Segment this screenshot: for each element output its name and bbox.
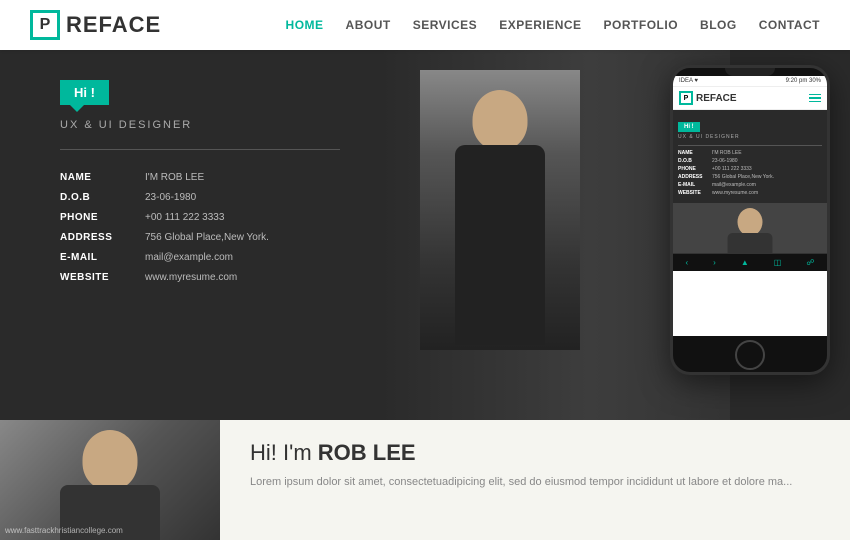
phone-nav-bar[interactable]: ‹ › ▲ ◫ ☍	[673, 253, 827, 271]
logo-letter: P	[40, 16, 51, 34]
phone-info-value: 23-06-1980	[712, 158, 738, 164]
phone-info-label: PHONE	[678, 166, 708, 172]
phone-info-table: NAME I'M ROB LEE D.O.B 23-06-1980 PHONE +00 1…	[678, 150, 822, 196]
logo-box: P	[30, 10, 60, 40]
hero-content: Hi ! UX & UI DESIGNER NAMEI'M ROB LEED.O…	[60, 80, 340, 288]
info-value: +00 111 222 3333	[145, 208, 224, 228]
info-row: WEBSITE www.myresume.com	[60, 268, 340, 288]
info-value: I'M ROB LEE	[145, 168, 204, 188]
phone-hi-badge: Hi !	[678, 122, 700, 132]
phone-info-label: D.O.B	[678, 158, 708, 164]
bottom-greeting: Hi! I'm ROB LEE	[250, 440, 820, 466]
bottom-hi-text: Hi! I'm	[250, 440, 318, 465]
phone-notch	[725, 68, 775, 76]
nav-item-portfolio[interactable]: PORTFOLIO	[604, 18, 679, 32]
phone-info-label: WEBSITE	[678, 190, 708, 196]
nav-item-blog[interactable]: BLOG	[700, 18, 737, 32]
info-row: D.O.B 23-06-1980	[60, 188, 340, 208]
info-row: NAME I'M ROB LEE	[60, 168, 340, 188]
bottom-text-area: Hi! I'm ROB LEE Lorem ipsum dolor sit am…	[220, 420, 850, 540]
hi-badge: Hi !	[60, 80, 109, 105]
phone-hamburger-icon[interactable]	[809, 94, 821, 103]
phone-info-label: NAME	[678, 150, 708, 156]
phone-mockup: IDEA ♥ 9:20 pm 30% P REFACE Hi ! UX & UI…	[670, 65, 830, 375]
bottom-name: ROB LEE	[318, 440, 416, 465]
phone-info-label: ADDRESS	[678, 174, 708, 180]
info-value: 23-06-1980	[145, 188, 196, 208]
phone-info-value: I'M ROB LEE	[712, 150, 742, 156]
phone-more-icon[interactable]: ☍	[806, 258, 814, 267]
phone-info-row: D.O.B 23-06-1980	[678, 158, 822, 164]
info-value: mail@example.com	[145, 248, 233, 268]
nav-item-services[interactable]: SERVICES	[413, 18, 477, 32]
info-value: 756 Global Place,New York.	[145, 228, 269, 248]
phone-info-row: ADDRESS 756 Global Place,New York.	[678, 174, 822, 180]
phone-info-row: NAME I'M ROB LEE	[678, 150, 822, 156]
bottom-description: Lorem ipsum dolor sit amet, consectetuad…	[250, 474, 820, 492]
info-row: PHONE +00 111 222 3333	[60, 208, 340, 228]
phone-info-value: +00 111 222 3333	[712, 166, 752, 172]
phone-info-value: www.myresume.com	[712, 190, 758, 196]
profile-photo	[420, 70, 580, 350]
info-label: NAME	[60, 168, 125, 188]
nav-item-experience[interactable]: EXPERIENCE	[499, 18, 581, 32]
phone-status-bar: IDEA ♥ 9:20 pm 30%	[673, 76, 827, 87]
phone-info-row: E-MAIL mail@example.com	[678, 182, 822, 188]
bottom-section: Hi! I'm ROB LEE Lorem ipsum dolor sit am…	[0, 420, 850, 540]
person-head	[473, 90, 528, 150]
phone-info-row: PHONE +00 111 222 3333	[678, 166, 822, 172]
info-row: E-MAIL mail@example.com	[60, 248, 340, 268]
phone-forward-icon[interactable]: ›	[713, 258, 716, 267]
phone-bookmark-icon[interactable]: ◫	[774, 258, 782, 267]
phone-back-icon[interactable]: ‹	[686, 258, 689, 267]
phone-info-value: 756 Global Place,New York.	[712, 174, 774, 180]
info-label: E-MAIL	[60, 248, 125, 268]
watermark: www.fasttrackhristiancollege.com	[5, 526, 123, 535]
main-nav: HOME ABOUT SERVICES EXPERIENCE PORTFOLIO BLOG…	[286, 18, 820, 32]
info-table: NAME I'M ROB LEE D.O.B 23-06-1980 PHONE +00 1…	[60, 168, 340, 288]
phone-header: P REFACE	[673, 87, 827, 110]
phone-info-label: E-MAIL	[678, 182, 708, 188]
phone-content: Hi ! UX & UI DESIGNER NAME I'M ROB LEE D.O…	[673, 110, 827, 203]
hero-subtitle: UX & UI DESIGNER	[60, 119, 340, 131]
header: P REFACE HOME ABOUT SERVICES EXPERIENCE PORT…	[0, 0, 850, 50]
phone-screen: IDEA ♥ 9:20 pm 30% P REFACE Hi ! UX & UI…	[673, 76, 827, 336]
phone-divider	[678, 145, 822, 146]
profile-photo-inner	[420, 70, 580, 350]
phone-subtitle: UX & UI DESIGNER	[678, 134, 822, 140]
phone-logo-text: REFACE	[696, 93, 737, 104]
person-body	[455, 145, 545, 345]
phone-logo-letter: P	[684, 95, 689, 102]
bottom-photo	[0, 420, 220, 540]
nav-item-about[interactable]: ABOUT	[346, 18, 391, 32]
info-value: www.myresume.com	[145, 268, 237, 288]
phone-status-right: 9:20 pm 30%	[786, 78, 821, 84]
divider	[60, 149, 340, 150]
logo-text: REFACE	[66, 12, 161, 38]
info-label: D.O.B	[60, 188, 125, 208]
phone-status-left: IDEA ♥	[679, 78, 698, 84]
info-label: PHONE	[60, 208, 125, 228]
info-label: ADDRESS	[60, 228, 125, 248]
hero-section: Hi ! UX & UI DESIGNER NAMEI'M ROB LEED.O…	[0, 50, 850, 420]
info-label: WEBSITE	[60, 268, 125, 288]
nav-item-contact[interactable]: CONTACT	[759, 18, 820, 32]
info-row: ADDRESS 756 Global Place,New York.	[60, 228, 340, 248]
phone-info-row: WEBSITE www.myresume.com	[678, 190, 822, 196]
nav-item-home[interactable]: HOME	[286, 18, 324, 32]
phone-logo-box: P	[679, 91, 693, 105]
phone-home-button[interactable]	[735, 340, 765, 370]
logo[interactable]: P REFACE	[30, 10, 161, 40]
phone-person-area	[673, 203, 827, 253]
phone-info-value: mail@example.com	[712, 182, 756, 188]
phone-share-icon[interactable]: ▲	[741, 258, 749, 267]
